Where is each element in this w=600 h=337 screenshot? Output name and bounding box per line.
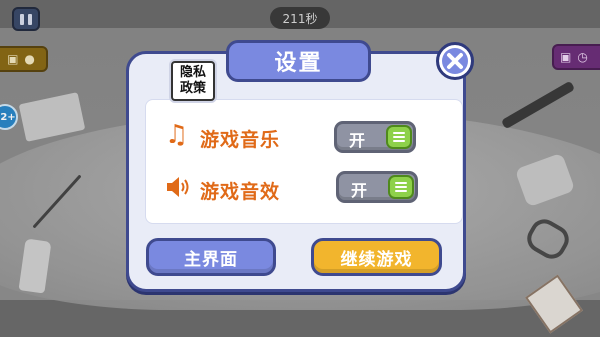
music-toggle[interactable]: 开	[334, 121, 416, 153]
music-toggle-state: 开	[349, 131, 366, 150]
music-label: 游戏音乐	[200, 129, 281, 151]
settings-panel	[145, 99, 463, 224]
close-button[interactable]	[436, 42, 474, 80]
music-note-icon: ♫	[165, 120, 189, 150]
sound-effects-toggle[interactable]: 开	[336, 171, 418, 203]
sound-effects-label: 游戏音效	[200, 181, 281, 203]
continue-game-button[interactable]: 继续游戏	[311, 238, 442, 276]
privacy-label-line1: 隐私	[179, 65, 206, 80]
main-menu-button[interactable]: 主界面	[146, 238, 276, 276]
privacy-policy-button[interactable]: 隐私 政策	[171, 61, 215, 101]
toggle-knob-icon	[386, 125, 412, 149]
toggle-knob-icon	[388, 175, 414, 199]
close-icon	[447, 53, 463, 69]
privacy-label-line2: 政策	[179, 81, 206, 96]
speaker-icon	[164, 174, 190, 205]
dialog-title: 设置	[226, 40, 371, 82]
sound-effects-toggle-state: 开	[351, 181, 368, 200]
